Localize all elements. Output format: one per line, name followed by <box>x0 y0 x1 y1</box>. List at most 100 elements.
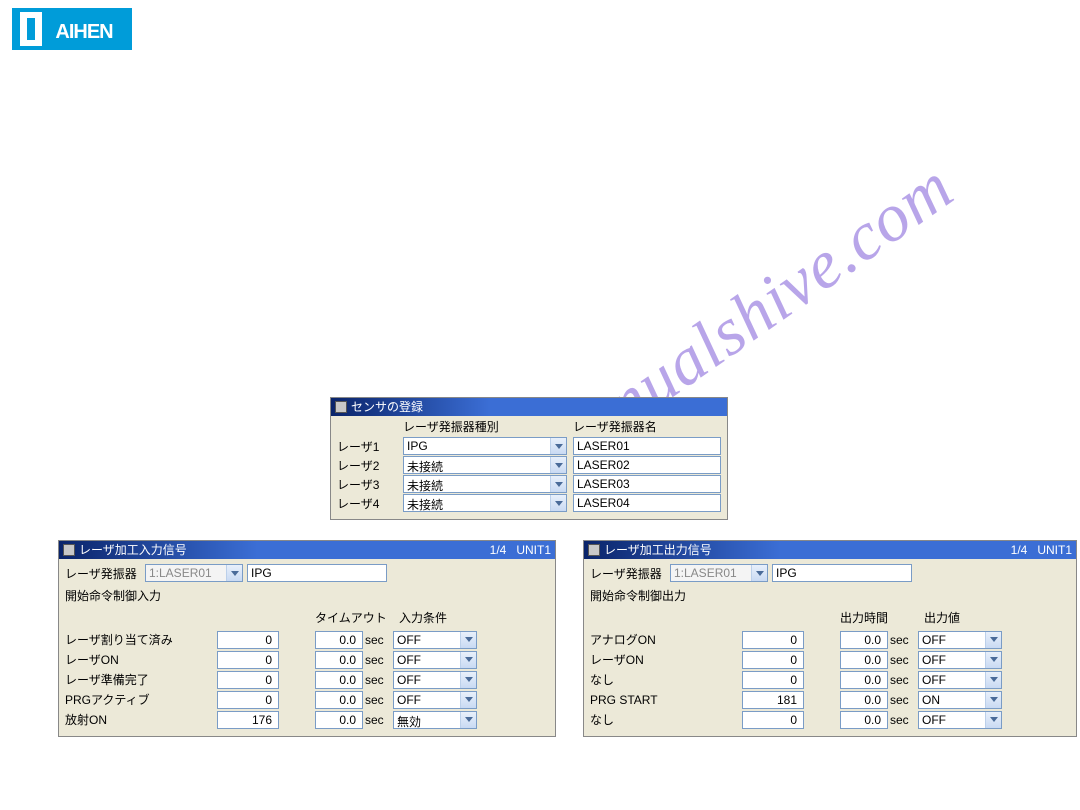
sensor-type-select[interactable]: 未接続 <box>403 494 567 512</box>
output-outval-select[interactable]: OFF <box>918 631 1002 649</box>
input-condition-value: 無効 <box>394 712 460 728</box>
sec-unit: sec <box>888 713 912 727</box>
sensor-type-select[interactable]: 未接続 <box>403 456 567 474</box>
output-row-label: なし <box>590 671 742 688</box>
output-row-label: PRG START <box>590 693 742 707</box>
chevron-down-icon[interactable] <box>550 476 566 492</box>
output-outval-value: OFF <box>919 632 985 648</box>
chevron-down-icon[interactable] <box>985 712 1001 728</box>
input-row-label: レーザ準備完了 <box>65 671 217 688</box>
output-time-field[interactable]: 0.0 <box>840 691 888 709</box>
output-value-field[interactable]: 0 <box>742 711 804 729</box>
input-panel-title: レーザ加工入力信号 <box>79 541 187 559</box>
input-panel-page: 1/4 <box>490 541 507 559</box>
chevron-down-icon[interactable] <box>460 632 476 648</box>
input-value-field[interactable]: 0 <box>217 651 279 669</box>
input-timeout-field[interactable]: 0.0 <box>315 651 363 669</box>
sensor-name-input[interactable]: LASER03 <box>573 475 721 493</box>
chevron-down-icon[interactable] <box>985 672 1001 688</box>
oscillator-select[interactable]: 1:LASER01 <box>670 564 768 582</box>
output-outval-select[interactable]: OFF <box>918 711 1002 729</box>
input-value-field[interactable]: 0 <box>217 631 279 649</box>
output-value-field[interactable]: 0 <box>742 631 804 649</box>
output-row-label: アナログON <box>590 631 742 648</box>
input-timeout-field[interactable]: 0.0 <box>315 631 363 649</box>
chevron-down-icon[interactable] <box>226 565 242 581</box>
input-row: 放射ON 176 0.0 sec 無効 <box>65 710 549 729</box>
oscillator-select[interactable]: 1:LASER01 <box>145 564 243 582</box>
output-outval-select[interactable]: OFF <box>918 651 1002 669</box>
chevron-down-icon[interactable] <box>550 438 566 454</box>
input-condition-select[interactable]: OFF <box>393 651 477 669</box>
oscillator-label: レーザ発振器 <box>590 565 670 582</box>
chevron-down-icon[interactable] <box>550 495 566 511</box>
chevron-down-icon[interactable] <box>460 692 476 708</box>
output-row: アナログON 0 0.0 sec OFF <box>590 630 1070 649</box>
sensor-type-select[interactable]: 未接続 <box>403 475 567 493</box>
input-value-field[interactable]: 176 <box>217 711 279 729</box>
brand-logo: AIHEN <box>12 8 132 50</box>
sensor-type-select[interactable]: IPG <box>403 437 567 455</box>
chevron-down-icon[interactable] <box>751 565 767 581</box>
oscillator-name-input[interactable]: IPG <box>772 564 912 582</box>
input-row: レーザ準備完了 0 0.0 sec OFF <box>65 670 549 689</box>
input-condition-select[interactable]: OFF <box>393 691 477 709</box>
output-time-field[interactable]: 0.0 <box>840 671 888 689</box>
output-value-field[interactable]: 0 <box>742 651 804 669</box>
output-row: PRG START 181 0.0 sec ON <box>590 690 1070 709</box>
chevron-down-icon[interactable] <box>460 652 476 668</box>
chevron-down-icon[interactable] <box>460 672 476 688</box>
sensor-row-label: レーザ1 <box>337 438 403 455</box>
oscillator-name-input[interactable]: IPG <box>247 564 387 582</box>
oscillator-select-value: 1:LASER01 <box>671 565 751 581</box>
input-timeout-field[interactable]: 0.0 <box>315 691 363 709</box>
sec-unit: sec <box>363 653 387 667</box>
input-condition-select[interactable]: OFF <box>393 631 477 649</box>
output-signal-panel: レーザ加工出力信号 1/4 UNIT1 レーザ発振器 1:LASER01 IPG… <box>583 540 1077 737</box>
chevron-down-icon[interactable] <box>985 632 1001 648</box>
sec-unit: sec <box>363 673 387 687</box>
sensor-panel-title: センサの登録 <box>351 398 423 416</box>
sensor-row-label: レーザ3 <box>337 476 403 493</box>
chevron-down-icon[interactable] <box>985 692 1001 708</box>
chevron-down-icon[interactable] <box>985 652 1001 668</box>
sensor-row-label: レーザ4 <box>337 495 403 512</box>
input-row-label: PRGアクティブ <box>65 691 217 708</box>
chevron-down-icon[interactable] <box>550 457 566 473</box>
sensor-type-value: IPG <box>404 438 550 454</box>
output-outval-select[interactable]: OFF <box>918 671 1002 689</box>
output-panel-page: 1/4 <box>1011 541 1028 559</box>
output-value-field[interactable]: 0 <box>742 671 804 689</box>
input-condition-select[interactable]: 無効 <box>393 711 477 729</box>
output-outval-value: OFF <box>919 712 985 728</box>
sec-unit: sec <box>363 693 387 707</box>
oscillator-label: レーザ発振器 <box>65 565 145 582</box>
sensor-type-value: 未接続 <box>404 457 550 473</box>
output-outval-value: ON <box>919 692 985 708</box>
output-col-value: 出力値 <box>924 609 1008 626</box>
output-outval-select[interactable]: ON <box>918 691 1002 709</box>
sensor-type-value: 未接続 <box>404 495 550 511</box>
sensor-name-input[interactable]: LASER01 <box>573 437 721 455</box>
input-value-field[interactable]: 0 <box>217 671 279 689</box>
output-time-field[interactable]: 0.0 <box>840 631 888 649</box>
sensor-name-input[interactable]: LASER02 <box>573 456 721 474</box>
sec-unit: sec <box>363 713 387 727</box>
input-timeout-field[interactable]: 0.0 <box>315 671 363 689</box>
output-outval-value: OFF <box>919 652 985 668</box>
output-time-field[interactable]: 0.0 <box>840 651 888 669</box>
sensor-name-input[interactable]: LASER04 <box>573 494 721 512</box>
output-time-field[interactable]: 0.0 <box>840 711 888 729</box>
input-panel-titlebar: レーザ加工入力信号 1/4 UNIT1 <box>59 541 555 559</box>
output-value-field[interactable]: 181 <box>742 691 804 709</box>
input-condition-select[interactable]: OFF <box>393 671 477 689</box>
output-row: なし 0 0.0 sec OFF <box>590 710 1070 729</box>
panel-icon <box>588 544 600 556</box>
input-timeout-field[interactable]: 0.0 <box>315 711 363 729</box>
input-row-label: レーザ割り当て済み <box>65 631 217 648</box>
input-row-label: 放射ON <box>65 711 217 728</box>
output-row-label: なし <box>590 711 742 728</box>
input-value-field[interactable]: 0 <box>217 691 279 709</box>
input-col-timeout: タイムアウト <box>315 609 387 626</box>
chevron-down-icon[interactable] <box>460 712 476 728</box>
